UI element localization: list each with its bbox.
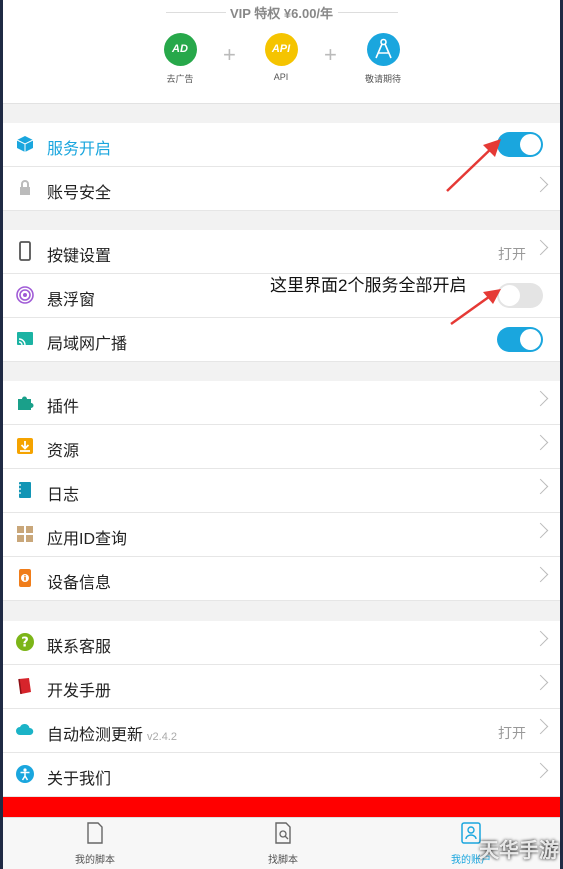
search-file-icon [275, 822, 291, 844]
chevron-right-icon [532, 566, 549, 583]
row-about-us[interactable]: 关于我们 [3, 753, 560, 797]
cast-icon [17, 332, 33, 346]
phone-icon [19, 241, 31, 261]
download-box-icon [17, 438, 33, 454]
row-label: 局域网广播 [47, 336, 128, 353]
plus-icon: + [324, 42, 337, 67]
row-label: 关于我们 [47, 771, 112, 788]
vip-title: VIP 特权 ¥6.00/年 [229, 6, 334, 21]
api-icon: API [264, 33, 298, 66]
question-icon: ? [16, 633, 34, 651]
row-value: 打开 [498, 725, 526, 741]
row-label: 自动检测更新 v2.4.2 [47, 721, 177, 745]
toggle-knob [520, 134, 541, 155]
row-label: 设备信息 [47, 575, 112, 592]
toggle-knob [520, 329, 541, 350]
row-label: 资源 [47, 443, 80, 460]
chevron-right-icon [532, 630, 549, 647]
row-label: 服务开启 [47, 141, 112, 158]
ad-off-icon: AD [163, 33, 197, 66]
row-label: 联系客服 [47, 639, 112, 656]
floating-window-toggle[interactable] [497, 283, 543, 308]
perk-label: 敬请期待 [364, 74, 401, 84]
grid-icon [17, 526, 33, 542]
chevron-right-icon [532, 390, 549, 407]
row-value: 打开 [498, 246, 526, 262]
device-info-icon [19, 569, 31, 587]
version-text: v2.4.2 [147, 731, 177, 743]
perk-remove-ads[interactable]: AD 去广告 [150, 33, 210, 85]
svg-text:?: ? [21, 636, 29, 651]
perk-label: 去广告 [166, 74, 194, 84]
chevron-right-icon [532, 176, 549, 193]
app-frame: VIP 特权 ¥6.00/年 AD 去广告 + API API + 敬请期待 服… [3, 0, 560, 869]
chevron-right-icon [532, 674, 549, 691]
puzzle-icon [18, 396, 34, 410]
chevron-right-icon [532, 478, 549, 495]
annotation-arrow-icon [450, 289, 501, 326]
row-key-settings[interactable]: 按键设置 打开 [3, 230, 560, 274]
chevron-right-icon [532, 434, 549, 451]
row-auto-update[interactable]: 自动检测更新 v2.4.2 打开 [3, 709, 560, 753]
row-resources[interactable]: 资源 [3, 425, 560, 469]
perk-api[interactable]: API API [251, 33, 311, 82]
chevron-right-icon [532, 718, 549, 735]
file-icon [87, 822, 103, 844]
person-icon [16, 765, 34, 783]
chevron-right-icon [532, 239, 549, 256]
bottom-tab-bar: 我的脚本 找脚本 我的账户 [3, 817, 560, 869]
lock-icon [20, 180, 30, 195]
row-logs[interactable]: 日志 [3, 469, 560, 513]
row-label: 开发手册 [47, 683, 112, 700]
cloud-icon [16, 723, 34, 735]
row-label: 插件 [47, 399, 80, 416]
row-device-info[interactable]: 设备信息 [3, 557, 560, 601]
chevron-right-icon [532, 762, 549, 779]
row-label: 应用ID查询 [47, 531, 128, 548]
perk-coming-soon[interactable]: 敬请期待 [353, 33, 413, 85]
vip-panel[interactable]: VIP 特权 ¥6.00/年 AD 去广告 + API API + 敬请期待 [3, 0, 560, 104]
logout-button[interactable] [3, 797, 560, 817]
row-app-id-query[interactable]: 应用ID查询 [3, 513, 560, 557]
row-label: 悬浮窗 [47, 292, 96, 309]
cube-icon [16, 136, 34, 152]
target-icon [16, 286, 34, 304]
tab-label: 找脚本 [268, 855, 298, 866]
row-plugins[interactable]: 插件 [3, 381, 560, 425]
lan-broadcast-toggle[interactable] [497, 327, 543, 352]
perk-label: API [273, 72, 289, 82]
tab-label: 我的脚本 [75, 855, 115, 866]
annotation-text: 这里界面2个服务全部开启 [270, 276, 467, 295]
user-icon [461, 822, 481, 844]
tab-my-scripts[interactable]: 我的脚本 [35, 822, 155, 866]
row-dev-manual[interactable]: 开发手册 [3, 665, 560, 709]
plus-icon: + [223, 42, 236, 67]
chevron-right-icon [532, 522, 549, 539]
tab-find-scripts[interactable]: 找脚本 [223, 822, 343, 866]
watermark: 天华手游 [479, 840, 559, 862]
row-label: 按键设置 [47, 248, 112, 265]
annotation-arrow-icon [446, 139, 501, 192]
row-label: 日志 [47, 487, 80, 504]
compass-icon [366, 33, 400, 66]
row-contact-support[interactable]: ? 联系客服 [3, 621, 560, 665]
notebook-icon [18, 482, 31, 498]
book-icon [18, 678, 31, 695]
row-label: 账号安全 [47, 185, 112, 202]
update-label: 自动检测更新 [47, 727, 144, 744]
